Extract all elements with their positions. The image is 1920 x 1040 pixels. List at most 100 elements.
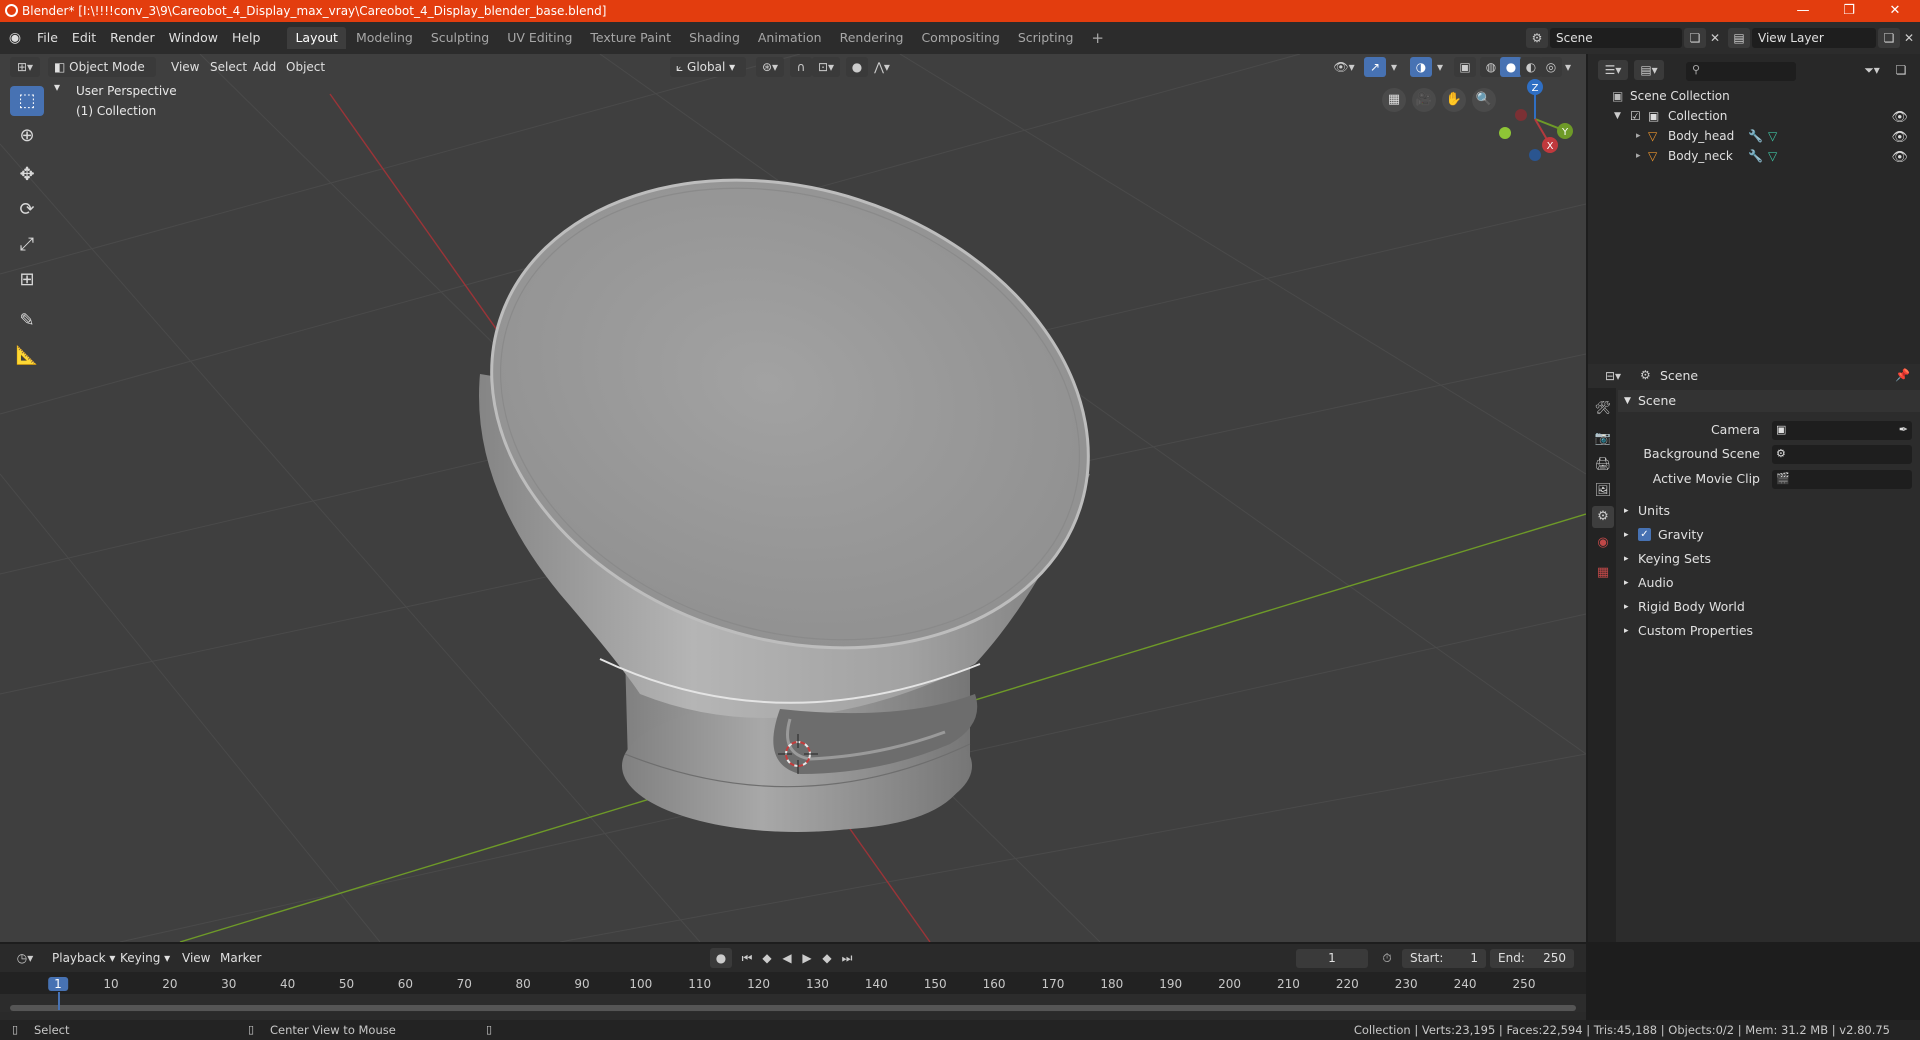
transform-tool-icon[interactable]: ⊞ <box>10 265 44 295</box>
frame-tick-label[interactable]: 120 <box>747 977 770 991</box>
move-tool-icon[interactable]: ✥ <box>10 160 44 190</box>
outliner-row-body-neck[interactable]: ▸ ▽ Body_neck 🔧 ▽ 👁 <box>1588 146 1920 166</box>
frame-tick-label[interactable]: 250 <box>1513 977 1536 991</box>
visibility-icon[interactable]: 👁▾ <box>1330 57 1358 77</box>
frame-tick-label[interactable]: 100 <box>629 977 652 991</box>
mesh-data-icon[interactable]: ▽ <box>1768 146 1777 166</box>
background-scene-field[interactable]: ⚙ <box>1772 445 1912 464</box>
scene-icon[interactable]: ⚙ <box>1526 28 1548 48</box>
frame-tick-label[interactable]: 80 <box>515 977 530 991</box>
navigation-gizmo[interactable]: Z Y X <box>1499 79 1573 161</box>
solid-shading-icon[interactable]: ● <box>1500 57 1522 77</box>
delete-view-layer-icon[interactable]: ✕ <box>1898 28 1920 48</box>
tab-sculpting[interactable]: Sculpting <box>423 27 497 49</box>
frame-tick-label[interactable]: 170 <box>1042 977 1065 991</box>
camera-field[interactable]: ▣ ✒ <box>1772 421 1912 440</box>
world-tab-icon[interactable]: ◉ <box>1592 532 1614 554</box>
overlay-toggle-icon[interactable]: ◑ <box>1410 57 1432 77</box>
menu-help[interactable]: Help <box>225 27 268 49</box>
pivot-point-icon[interactable]: ⊛▾ <box>756 57 784 77</box>
tab-uv-editing[interactable]: UV Editing <box>499 27 580 49</box>
new-view-layer-icon[interactable]: ❏ <box>1878 28 1900 48</box>
clock-icon[interactable]: ⏱ <box>1376 948 1398 968</box>
frame-tick-label[interactable]: 180 <box>1100 977 1123 991</box>
frame-tick-label[interactable]: 20 <box>162 977 177 991</box>
frame-tick-label[interactable]: 210 <box>1277 977 1300 991</box>
blender-menu-icon[interactable]: ◉ <box>0 30 30 46</box>
start-frame-input[interactable]: Start: 1 <box>1402 949 1486 968</box>
frame-tick-label[interactable]: 70 <box>457 977 472 991</box>
maximize-button[interactable]: ❐ <box>1826 0 1872 22</box>
play-reverse-icon[interactable]: ◀ <box>776 948 798 968</box>
pin-icon[interactable]: 📌 <box>1895 368 1910 382</box>
new-scene-icon[interactable]: ❏ <box>1684 28 1706 48</box>
tab-animation[interactable]: Animation <box>750 27 830 49</box>
rendered-shading-icon[interactable]: ◎ <box>1540 57 1562 77</box>
frame-tick-label[interactable]: 200 <box>1218 977 1241 991</box>
gravity-checkbox[interactable]: ✓ <box>1638 528 1651 541</box>
menu-timeline-view[interactable]: View <box>176 948 216 968</box>
view-layer-selector[interactable]: View Layer <box>1752 28 1876 48</box>
menu-add[interactable]: Add <box>247 57 282 77</box>
expand-arrow-icon[interactable]: ▸ <box>1636 146 1641 166</box>
eye-icon[interactable]: 👁 <box>1891 148 1908 168</box>
timeline-scrollbar[interactable] <box>10 1005 1576 1011</box>
outliner-search-input[interactable]: ⚲ <box>1686 62 1796 81</box>
tab-compositing[interactable]: Compositing <box>913 27 1007 49</box>
frame-tick-label[interactable]: 240 <box>1454 977 1477 991</box>
frame-tick-label[interactable]: 160 <box>983 977 1006 991</box>
display-mode-icon[interactable]: ▤▾ <box>1634 60 1664 80</box>
view-layer-tab-icon[interactable]: 🖼 <box>1592 480 1614 502</box>
outliner-row-body-head[interactable]: ▸ ▽ Body_head 🔧 ▽ 👁 <box>1588 126 1920 146</box>
custom-properties-section[interactable]: ▸ Custom Properties <box>1618 620 1920 642</box>
frame-tick-label[interactable]: 150 <box>924 977 947 991</box>
jump-end-icon[interactable]: ⏭ <box>836 948 858 968</box>
prev-keyframe-icon[interactable]: ◆ <box>756 948 778 968</box>
proportional-edit-icon[interactable]: ● <box>846 57 868 77</box>
snap-target-icon[interactable]: ⊡▾ <box>812 57 840 77</box>
editor-type-icon[interactable]: ⊞▾ <box>10 57 40 77</box>
menu-playback[interactable]: Playback ▾ <box>46 948 121 968</box>
output-tab-icon[interactable]: 🖨 <box>1592 454 1614 476</box>
object-mode-dropdown[interactable]: ◧ Object Mode ▾ <box>48 57 156 94</box>
close-button[interactable]: ✕ <box>1872 0 1918 22</box>
outliner-editor-type-icon[interactable]: ☰▾ <box>1598 60 1628 80</box>
minimize-button[interactable]: — <box>1780 0 1826 22</box>
frame-tick-label[interactable]: 90 <box>574 977 589 991</box>
chevron-down-icon[interactable]: ▾ <box>1432 57 1448 77</box>
menu-marker[interactable]: Marker <box>214 948 267 968</box>
frame-tick-label[interactable]: 130 <box>806 977 829 991</box>
scale-tool-icon[interactable]: ⤢ <box>10 230 44 260</box>
expand-arrow-icon[interactable]: ▼ <box>1614 106 1621 126</box>
menu-view[interactable]: View <box>165 57 205 77</box>
menu-keying[interactable]: Keying ▾ <box>114 948 176 968</box>
chevron-down-icon[interactable]: ▾ <box>1560 57 1576 77</box>
active-movie-clip-field[interactable]: 🎬 <box>1772 470 1912 489</box>
tab-shading[interactable]: Shading <box>681 27 748 49</box>
xray-toggle-icon[interactable]: ▣ <box>1454 57 1476 77</box>
jump-start-icon[interactable]: ⏮ <box>736 948 758 968</box>
end-frame-input[interactable]: End: 250 <box>1490 949 1574 968</box>
frame-tick-label[interactable]: 50 <box>339 977 354 991</box>
timeline-editor-type-icon[interactable]: ◷▾ <box>10 948 40 968</box>
pan-view-hand-icon[interactable]: ✋ <box>1442 88 1466 112</box>
modifier-wrench-icon[interactable]: 🔧 <box>1748 126 1763 146</box>
render-tab-icon[interactable]: 📷 <box>1592 428 1614 450</box>
scene-selector[interactable]: Scene <box>1550 28 1682 48</box>
collection-checkbox-icon[interactable]: ☑ <box>1630 106 1641 126</box>
menu-edit[interactable]: Edit <box>65 27 103 49</box>
menu-render[interactable]: Render <box>103 27 162 49</box>
outliner-row-scene-collection[interactable]: ▣ Scene Collection <box>1588 86 1920 106</box>
frame-tick-label[interactable]: 60 <box>398 977 413 991</box>
current-frame-input[interactable]: 1 <box>1296 949 1368 968</box>
menu-select[interactable]: Select <box>204 57 253 77</box>
menu-window[interactable]: Window <box>162 27 225 49</box>
toggle-camera-grid-icon[interactable]: ▦ <box>1382 88 1406 112</box>
select-box-tool-icon[interactable]: ⬚ <box>10 86 44 116</box>
tool-tab-icon[interactable]: 🛠 <box>1592 398 1614 420</box>
scene-tab-icon[interactable]: ⚙ <box>1592 506 1614 528</box>
annotate-tool-icon[interactable]: ✎ <box>10 306 44 336</box>
wireframe-shading-icon[interactable]: ◍ <box>1480 57 1502 77</box>
menu-object[interactable]: Object <box>280 57 331 77</box>
transform-orientation-dropdown[interactable]: ⟀ Global ▾ <box>670 57 746 77</box>
